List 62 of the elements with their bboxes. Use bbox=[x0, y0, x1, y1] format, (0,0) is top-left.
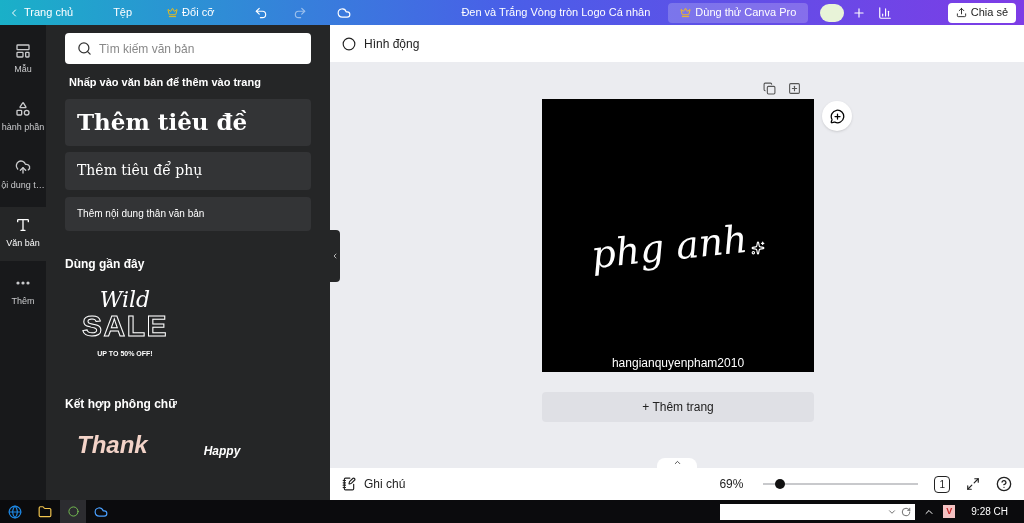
comment-add-icon bbox=[829, 108, 845, 124]
font-thumbnail[interactable]: Thank bbox=[77, 433, 148, 457]
search-field[interactable]: Tìm kiếm văn bản bbox=[65, 33, 311, 64]
elements-icon bbox=[15, 101, 31, 118]
design-canvas[interactable]: phg anh hangianquyenpham2010 bbox=[542, 99, 814, 372]
text-preset[interactable]: Thêm tiêu đề bbox=[65, 98, 311, 146]
panel-hint: Nhấp vào văn bản để thêm vào trang bbox=[69, 75, 262, 90]
share-button[interactable]: Chia sẻ bbox=[947, 2, 1016, 23]
notes-button[interactable]: Ghi chú bbox=[342, 475, 406, 493]
address-field[interactable] bbox=[720, 503, 916, 520]
refresh-icon[interactable] bbox=[901, 506, 912, 517]
fullscreen-icon[interactable] bbox=[966, 477, 980, 491]
notes-icon bbox=[342, 477, 356, 491]
circle-icon bbox=[342, 36, 356, 51]
folder-icon[interactable] bbox=[38, 504, 52, 519]
section-title: Dùng gần đây bbox=[65, 255, 146, 273]
crown-icon bbox=[680, 7, 692, 18]
sparkle-icon bbox=[751, 240, 766, 255]
collapse-handle[interactable] bbox=[330, 230, 340, 282]
credit-text: hangianquyenpham2010 bbox=[611, 355, 745, 372]
zoom-value: 69% bbox=[719, 476, 744, 493]
rail-item[interactable]: Mẫu bbox=[0, 33, 46, 87]
cloud-icon[interactable] bbox=[94, 504, 108, 519]
zoom-slider-thumb[interactable] bbox=[775, 479, 786, 489]
animate-button[interactable]: Hình động bbox=[342, 34, 420, 53]
tray-app-icon[interactable]: V bbox=[943, 504, 956, 519]
section-title: Kết hợp phông chữ bbox=[65, 396, 178, 413]
chevron-left-icon bbox=[331, 252, 339, 260]
try-pro-button[interactable]: Dùng thử Canva Pro bbox=[668, 2, 809, 23]
text-preset[interactable]: Thêm tiêu để phụ bbox=[65, 151, 311, 190]
plus-icon[interactable] bbox=[852, 5, 867, 20]
chevron-up-icon bbox=[672, 458, 682, 467]
rail-item[interactable]: ội dung t… bbox=[0, 149, 46, 203]
comment-button[interactable] bbox=[822, 101, 852, 131]
avatar[interactable] bbox=[820, 3, 845, 22]
cloud-icon[interactable] bbox=[337, 5, 352, 20]
upload-icon bbox=[15, 159, 31, 176]
resize-button[interactable]: Đổi cỡ bbox=[167, 4, 215, 21]
text-icon bbox=[15, 217, 31, 234]
upload-icon bbox=[955, 7, 967, 18]
more-icon bbox=[16, 281, 30, 286]
browser-icon[interactable] bbox=[8, 504, 22, 519]
rail-item[interactable]: Văn bản bbox=[0, 207, 46, 261]
undo-icon[interactable] bbox=[254, 5, 269, 20]
rail-item[interactable]: Thêm bbox=[0, 265, 46, 319]
rail-item[interactable]: hành phần bbox=[0, 91, 46, 145]
document-title[interactable]: Đen và Trắng Vòng tròn Logo Cá nhân bbox=[461, 4, 651, 21]
template-icon bbox=[15, 43, 31, 60]
add-page-icon[interactable] bbox=[788, 82, 801, 95]
font-thumbnail[interactable]: Happy bbox=[203, 445, 241, 457]
clock: 9:28 CH bbox=[971, 505, 1008, 519]
script-text: phg anh bbox=[588, 215, 750, 280]
crown-icon bbox=[167, 7, 179, 18]
help-icon[interactable] bbox=[996, 476, 1012, 492]
add-page-button[interactable]: + Thêm trang bbox=[542, 392, 814, 422]
search-icon bbox=[77, 41, 92, 56]
circle-icon bbox=[67, 506, 79, 517]
chart-icon[interactable] bbox=[878, 5, 893, 20]
page-count[interactable]: 1 bbox=[934, 475, 950, 493]
text-preset[interactable]: Thêm nội dung thân văn bản bbox=[65, 196, 311, 231]
app-icon[interactable] bbox=[60, 500, 86, 523]
duplicate-icon[interactable] bbox=[763, 82, 776, 95]
